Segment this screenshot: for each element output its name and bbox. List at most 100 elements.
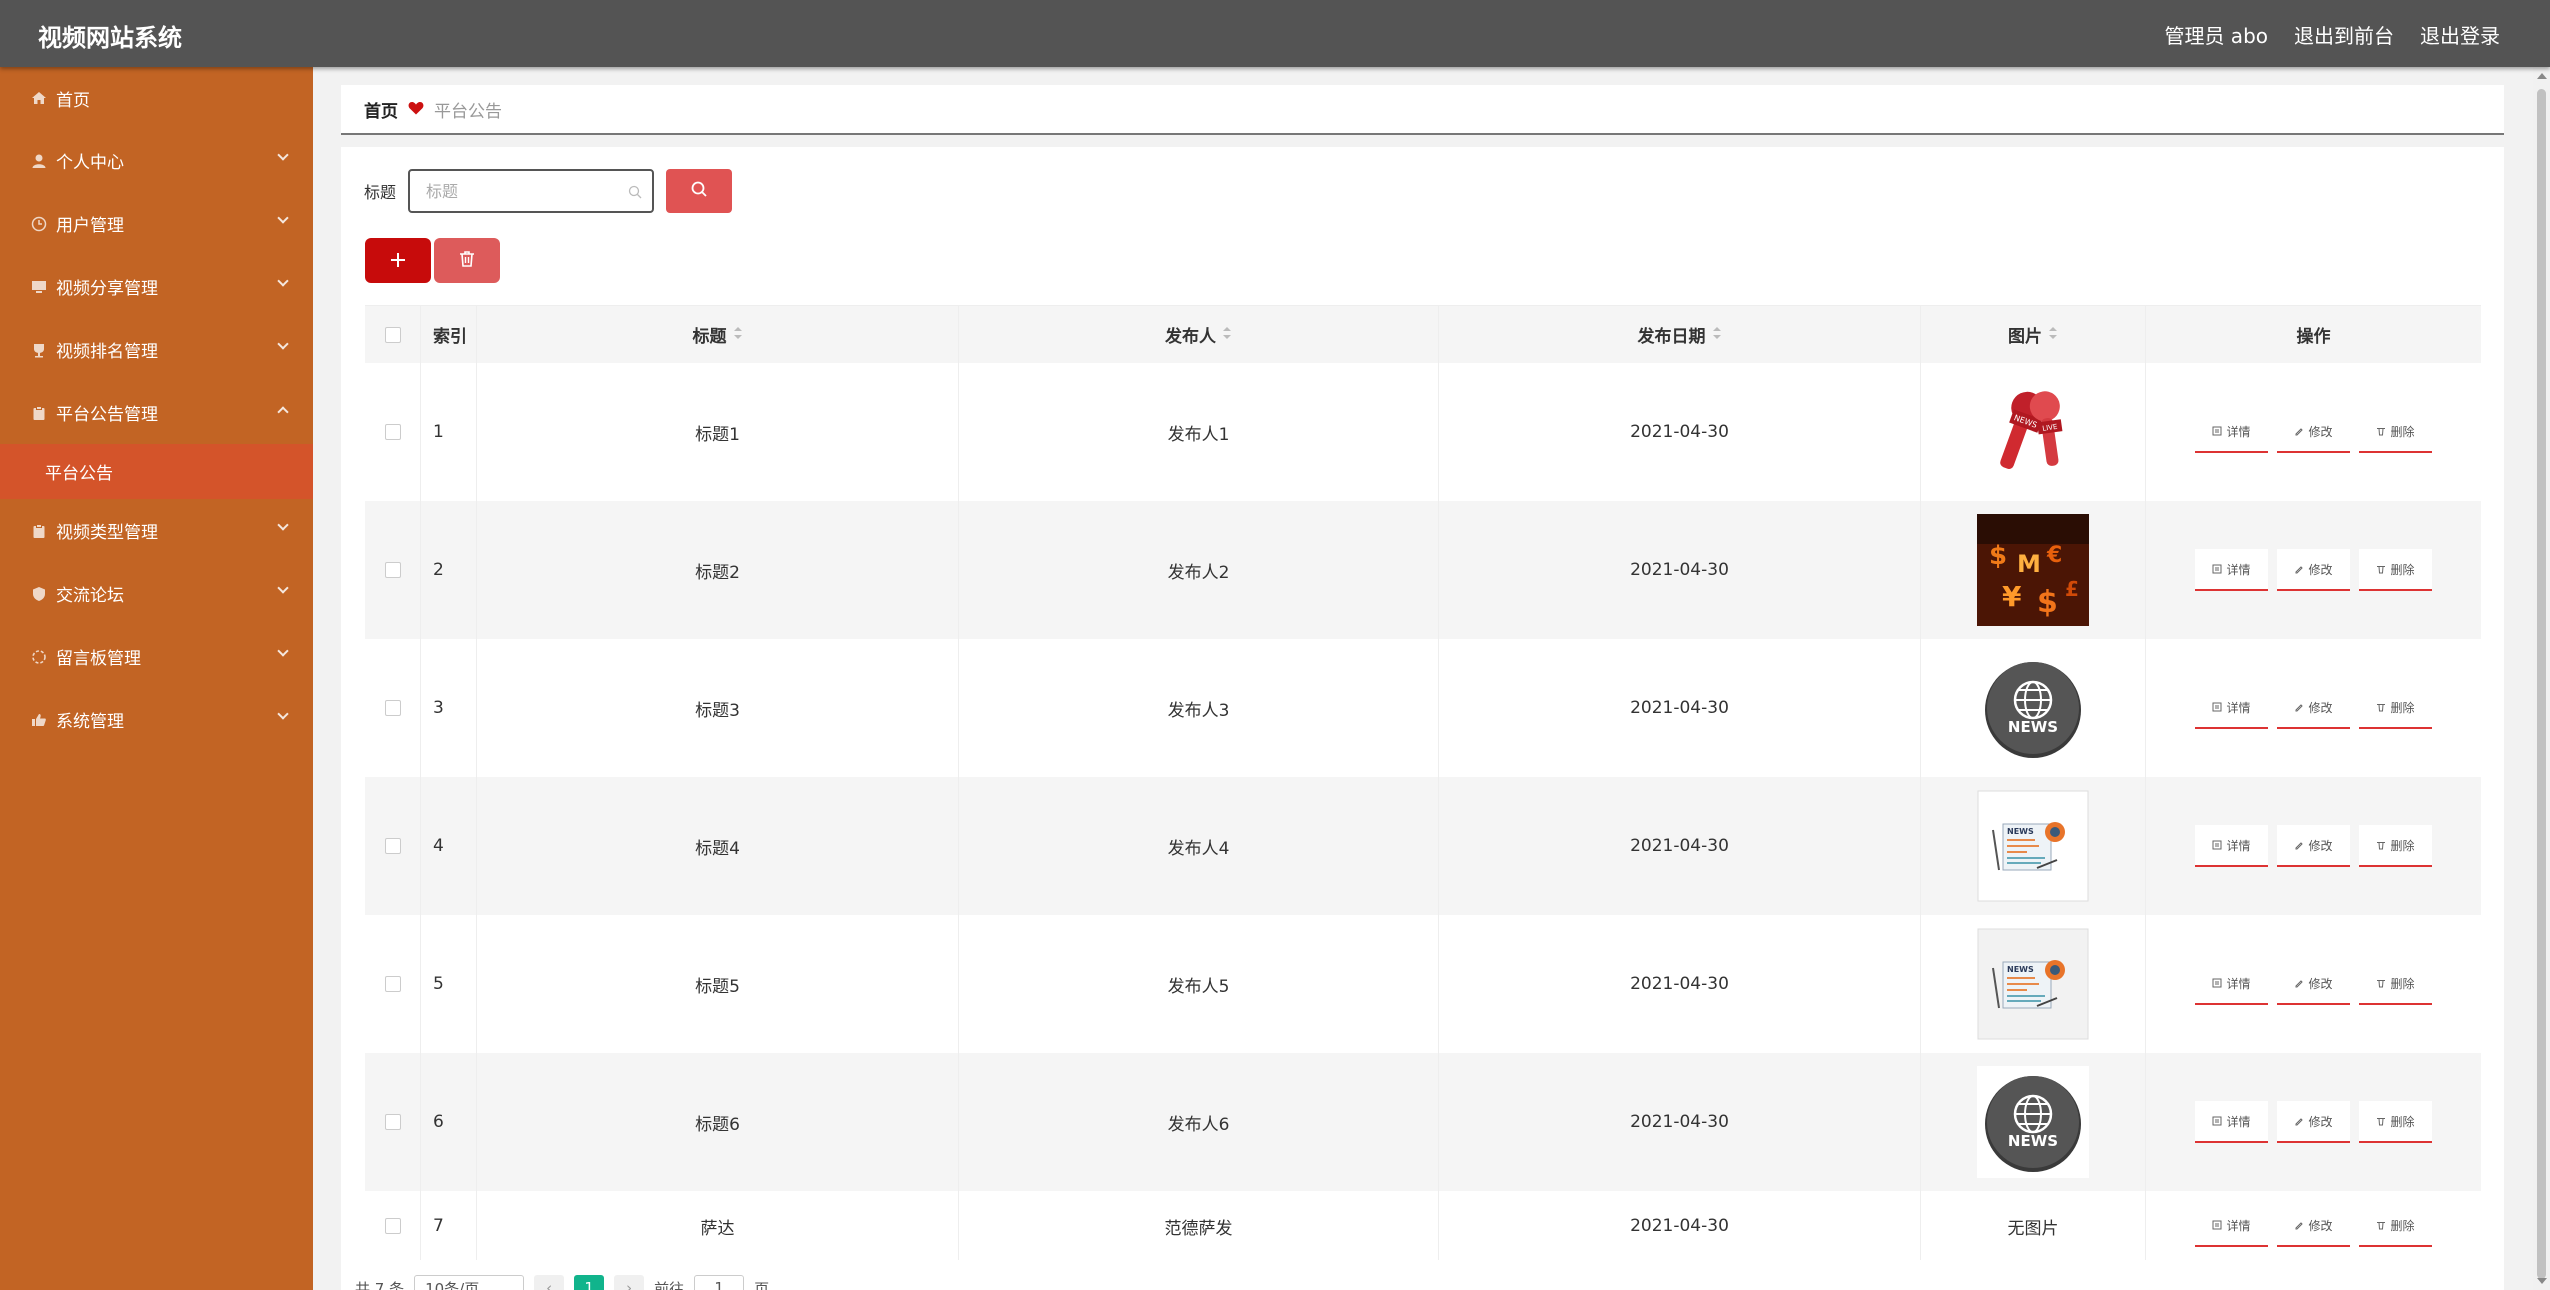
row-date: 2021-04-30: [1439, 501, 1921, 639]
row-checkbox[interactable]: [384, 424, 401, 440]
sidebar-item-label: 视频类型管理: [56, 523, 158, 543]
detail-button[interactable]: 详情: [2195, 411, 2268, 453]
pencil-icon: [2294, 702, 2304, 712]
batch-delete-button[interactable]: [434, 238, 500, 283]
row-image-cell: NEWS LIVE: [1921, 363, 2146, 501]
search-button[interactable]: [666, 169, 733, 213]
sidebar-item-video-share[interactable]: 视频分享管理: [0, 255, 313, 318]
edit-button[interactable]: 修改: [2277, 1205, 2350, 1247]
search-input[interactable]: [410, 171, 653, 211]
header-title-label: 标题: [692, 327, 727, 347]
row-index: 2: [421, 501, 477, 639]
sidebar-item-forum[interactable]: 交流论坛: [0, 562, 313, 625]
document-icon: [2212, 702, 2222, 712]
detail-button[interactable]: 详情: [2195, 963, 2268, 1005]
row-checkbox[interactable]: [384, 1218, 401, 1234]
edit-button[interactable]: 修改: [2277, 411, 2350, 453]
delete-button[interactable]: 删除: [2359, 411, 2432, 453]
trash-icon: [459, 250, 475, 272]
svg-text:$: $: [1989, 541, 2007, 571]
edit-button[interactable]: 修改: [2277, 963, 2350, 1005]
header-ops: 操作: [2296, 327, 2331, 347]
scroll-up-arrow-icon[interactable]: [2537, 73, 2547, 79]
row-title: 标题6: [477, 1053, 959, 1191]
page-size-select[interactable]: 10条/页: [414, 1275, 525, 1290]
sidebar-item-personal-center[interactable]: 个人中心: [0, 129, 313, 192]
detail-button[interactable]: 详情: [2195, 1205, 2268, 1247]
delete-button[interactable]: 删除: [2359, 825, 2432, 867]
prev-page-button[interactable]: ‹: [534, 1275, 565, 1290]
header-actions: 管理员 abo 退出到前台 退出登录: [2164, 20, 2500, 49]
row-index: 6: [421, 1053, 477, 1191]
edit-button[interactable]: 修改: [2277, 1101, 2350, 1143]
row-publisher: 发布人3: [959, 639, 1439, 777]
svg-text:NEWS: NEWS: [2007, 965, 2034, 974]
next-page-button[interactable]: ›: [614, 1275, 645, 1290]
delete-button[interactable]: 删除: [2359, 963, 2432, 1005]
breadcrumb-home[interactable]: 首页: [364, 97, 398, 122]
row-publisher: 发布人4: [959, 777, 1439, 915]
edit-button[interactable]: 修改: [2277, 687, 2350, 729]
logout-link[interactable]: 退出登录: [2420, 20, 2500, 49]
select-all-checkbox[interactable]: [384, 326, 401, 343]
chevron-down-icon: [277, 645, 289, 657]
chevron-down-icon: [277, 275, 289, 287]
detail-button[interactable]: 详情: [2195, 687, 2268, 729]
delete-label: 删除: [2390, 976, 2415, 991]
trash-icon: [2376, 564, 2386, 574]
page-scrollbar[interactable]: [2533, 67, 2550, 1290]
row-checkbox[interactable]: [384, 562, 401, 578]
shield-icon: [28, 586, 50, 602]
delete-button[interactable]: 删除: [2359, 1101, 2432, 1143]
table-row: 7 萨达 范德萨发 2021-04-30 无图片 详情 修改 删除: [365, 1191, 2481, 1260]
header-title[interactable]: 标题: [477, 306, 959, 363]
sidebar-item-video-type[interactable]: 视频类型管理: [0, 499, 313, 562]
row-date: 2021-04-30: [1439, 777, 1921, 915]
sort-icon: [733, 325, 743, 345]
sidebar-subitem-announcement[interactable]: 平台公告: [0, 444, 313, 499]
row-index: 4: [421, 777, 477, 915]
row-checkbox[interactable]: [384, 838, 401, 854]
delete-button[interactable]: 删除: [2359, 1205, 2432, 1247]
announcement-table: 索引 标题 发布人 发布日期 图片 操作 1 标题1 发布人1 2021-04-…: [365, 305, 2481, 1260]
document-icon: [2212, 1116, 2222, 1126]
sidebar-item-home[interactable]: 首页: [0, 67, 313, 129]
sidebar-item-announcement-management[interactable]: 平台公告管理: [0, 381, 313, 444]
row-select-cell: [365, 915, 421, 1053]
svg-text:€: €: [2046, 543, 2062, 568]
header-image-label: 图片: [2008, 327, 2042, 347]
header-date[interactable]: 发布日期: [1439, 306, 1921, 363]
edit-button[interactable]: 修改: [2277, 825, 2350, 867]
sidebar-item-system-management[interactable]: 系统管理: [0, 688, 313, 751]
pencil-icon: [2294, 978, 2304, 988]
edit-button[interactable]: 修改: [2277, 549, 2350, 591]
search-icon: [690, 180, 708, 202]
page-number-current[interactable]: 1: [574, 1275, 605, 1290]
sidebar-item-video-ranking[interactable]: 视频排名管理: [0, 318, 313, 381]
row-checkbox[interactable]: [384, 700, 401, 716]
detail-label: 详情: [2226, 424, 2251, 439]
trash-icon: [2376, 1220, 2386, 1230]
add-button[interactable]: [365, 238, 431, 283]
detail-button[interactable]: 详情: [2195, 825, 2268, 867]
row-select-cell: [365, 1053, 421, 1191]
table-row: 6 标题6 发布人6 2021-04-30 NEWS 详情 修改 删除: [365, 1053, 2481, 1191]
row-image-cell: NEWS: [1921, 777, 2146, 915]
detail-button[interactable]: 详情: [2195, 549, 2268, 591]
row-checkbox[interactable]: [384, 976, 401, 992]
row-checkbox[interactable]: [384, 1114, 401, 1130]
sidebar-item-message-board[interactable]: 留言板管理: [0, 625, 313, 688]
header-image[interactable]: 图片: [1921, 306, 2146, 363]
delete-button[interactable]: 删除: [2359, 549, 2432, 591]
goto-page-input[interactable]: 1: [694, 1275, 745, 1290]
header-publisher[interactable]: 发布人: [959, 306, 1439, 363]
scroll-down-arrow-icon[interactable]: [2537, 1278, 2547, 1284]
sidebar-item-user-management[interactable]: 用户管理: [0, 192, 313, 255]
main-content: 首页 平台公告 标题 标题 索引 标题 发布人 发布日期 图片 操作 1 标题1…: [313, 67, 2533, 1290]
back-to-front-link[interactable]: 退出到前台: [2294, 20, 2394, 49]
home-icon: [28, 90, 50, 106]
scrollbar-thumb[interactable]: [2537, 89, 2546, 1279]
row-publisher: 发布人5: [959, 915, 1439, 1053]
delete-button[interactable]: 删除: [2359, 687, 2432, 729]
detail-button[interactable]: 详情: [2195, 1101, 2268, 1143]
